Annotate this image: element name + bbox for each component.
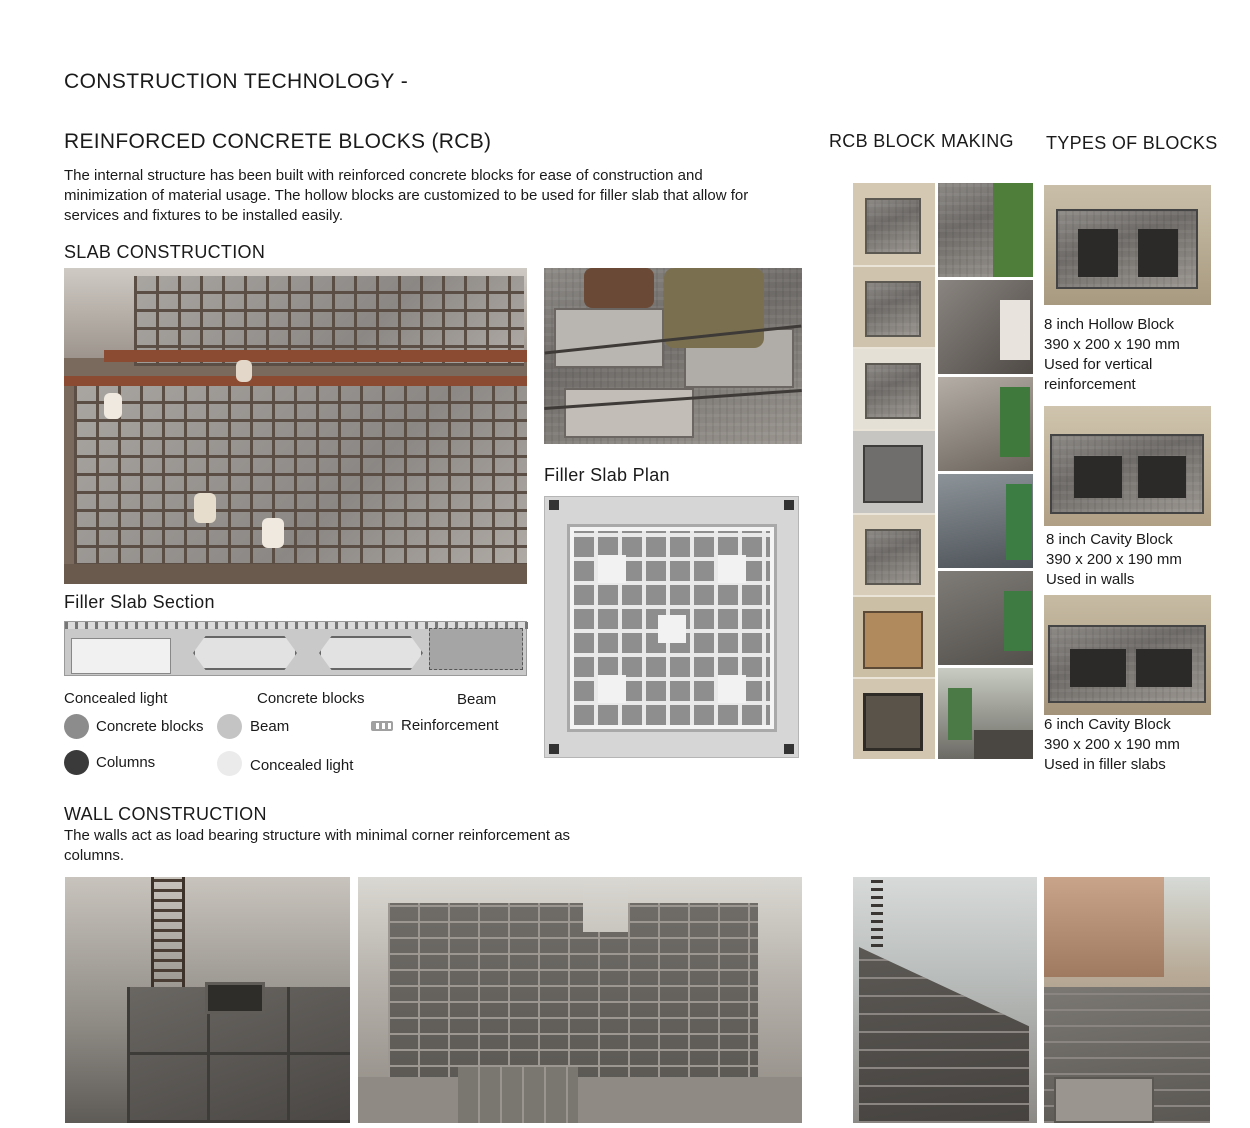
wall-description-line: The walls act as load bearing structure … [64, 827, 571, 844]
concealed-light [598, 675, 626, 703]
cavity-block-8in-photo [1044, 406, 1211, 526]
block-type-name: 8 inch Cavity Block [1046, 531, 1173, 548]
filler-slab-plan-drawing [544, 496, 799, 758]
process-photo [938, 571, 1033, 665]
section-beam [429, 628, 523, 670]
wall-site-photo [1044, 877, 1210, 1123]
concealed-light [718, 555, 746, 583]
process-photo [938, 668, 1033, 759]
section-concealed-light [71, 638, 171, 674]
block-sample [865, 198, 921, 254]
column-marker [784, 500, 794, 510]
hollow-block-photo [1044, 185, 1211, 305]
block-sample [865, 529, 921, 585]
rcb-description-line: minimization of material usage. The holl… [64, 187, 749, 204]
legend-swatch-reinforcement [371, 721, 393, 731]
section-label-concrete-blocks: Concrete blocks [257, 690, 365, 707]
wall-construction-title: WALL CONSTRUCTION [64, 804, 267, 824]
block-type-name: 8 inch Hollow Block [1044, 316, 1175, 333]
legend-swatch-concrete-blocks [64, 714, 89, 739]
block-type-1-caption: 8 inch Hollow Block 390 x 200 x 190 mm U… [1044, 315, 1180, 395]
wall-description-line: columns. [64, 847, 125, 864]
block-type-size: 390 x 200 x 190 mm [1044, 336, 1180, 353]
page-title: CONSTRUCTION TECHNOLOGY - [64, 70, 409, 93]
section-label-beam: Beam [457, 691, 497, 708]
slab-construction-photo [64, 268, 527, 584]
wall-description: The walls act as load bearing structure … [64, 826, 664, 866]
legend-label: Columns [96, 754, 156, 771]
process-photo [938, 280, 1033, 374]
filler-slab-plan-label: Filler Slab Plan [544, 465, 670, 485]
block-making-title: RCB BLOCK MAKING [829, 131, 1014, 151]
rcb-description-line: services and fixtures to be installed ea… [64, 207, 344, 224]
block-type-3-caption: 6 inch Cavity Block 390 x 200 x 190 mm U… [1044, 715, 1180, 775]
process-photo [938, 183, 1033, 277]
concealed-light [598, 555, 626, 583]
rcb-title: REINFORCED CONCRETE BLOCKS (RCB) [64, 130, 492, 153]
legend-label: Concealed light [250, 757, 354, 774]
block-type-use: Used for vertical [1044, 356, 1153, 373]
block-type-2-caption: 8 inch Cavity Block 390 x 200 x 190 mm U… [1046, 530, 1182, 590]
rcb-description-line: The internal structure has been built wi… [64, 167, 703, 184]
legend-swatch-concealed-light [217, 751, 242, 776]
block-making-cubes-strip [853, 183, 935, 759]
process-photo [938, 377, 1033, 471]
legend-label: Concrete blocks [96, 718, 204, 735]
block-sample [863, 611, 923, 669]
column-marker [549, 744, 559, 754]
section-concrete-block [193, 636, 297, 670]
concealed-light [658, 615, 686, 643]
block-making-process-strip [938, 183, 1033, 759]
legend-swatch-beam [217, 714, 242, 739]
slab-construction-title: SLAB CONSTRUCTION [64, 242, 266, 262]
block-type-size: 390 x 200 x 190 mm [1044, 736, 1180, 753]
block-sample [863, 693, 923, 751]
filler-slab-section-label: Filler Slab Section [64, 592, 215, 612]
wall-corner-column-photo [65, 877, 350, 1123]
block-sample [865, 363, 921, 419]
filler-slab-section-drawing [64, 621, 528, 676]
block-sample [865, 281, 921, 337]
legend-label: Reinforcement [401, 717, 499, 734]
column-marker [549, 500, 559, 510]
section-label-concealed-light: Concealed light [64, 690, 168, 707]
column-marker [784, 744, 794, 754]
block-type-use: reinforcement [1044, 376, 1136, 393]
wall-tall-block-photo [853, 877, 1037, 1123]
section-concrete-block [319, 636, 423, 670]
block-sample [863, 445, 923, 503]
slab-rebar-closeup-photo [544, 268, 802, 444]
legend-swatch-columns [64, 750, 89, 775]
rcb-description: The internal structure has been built wi… [64, 166, 814, 226]
block-type-use: Used in filler slabs [1044, 756, 1166, 773]
types-of-blocks-title: TYPES OF BLOCKS [1046, 133, 1218, 153]
legend-label: Beam [250, 718, 290, 735]
block-type-size: 390 x 200 x 190 mm [1046, 551, 1182, 568]
process-photo [938, 474, 1033, 568]
concealed-light [718, 675, 746, 703]
cavity-block-6in-photo [1044, 595, 1211, 715]
wall-block-masonry-photo [358, 877, 802, 1123]
block-type-name: 6 inch Cavity Block [1044, 716, 1171, 733]
block-type-use: Used in walls [1046, 571, 1135, 588]
